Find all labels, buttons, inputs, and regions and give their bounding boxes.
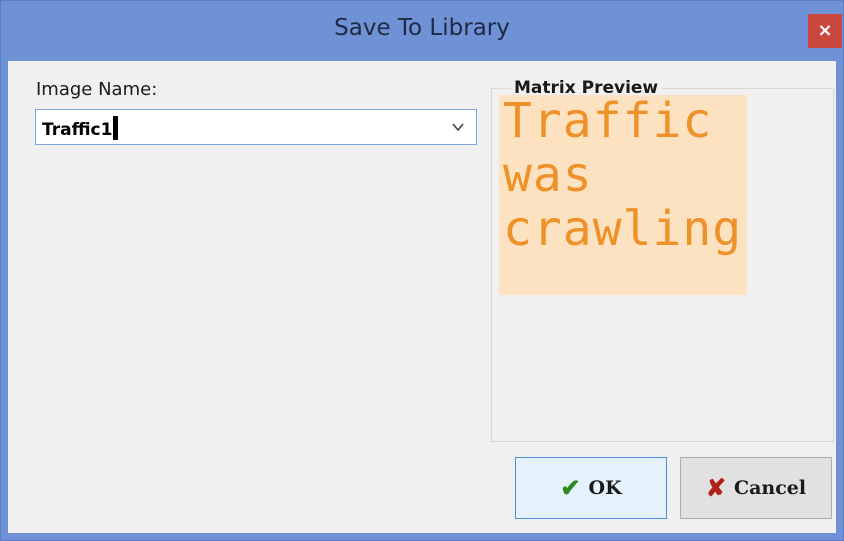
cancel-button-label: Cancel (733, 477, 807, 499)
matrix-line-3: crawling (503, 201, 743, 257)
checkmark-icon: ✔ (560, 473, 581, 502)
text-cursor (113, 116, 119, 140)
cancel-button[interactable]: ✘ Cancel (680, 457, 832, 519)
ok-button-label: OK (588, 477, 622, 499)
matrix-line-1: Traffic (503, 95, 713, 149)
matrix-line-2: was (503, 147, 593, 203)
image-name-combobox[interactable]: Traffic1 (35, 109, 477, 145)
chevron-down-icon[interactable] (450, 119, 466, 135)
image-name-label: Image Name: (36, 79, 158, 100)
ok-button[interactable]: ✔ OK (515, 457, 667, 519)
close-button[interactable]: × (808, 14, 842, 48)
title-bar[interactable]: Save To Library × (1, 1, 843, 61)
save-to-library-dialog: Save To Library × Image Name: Traffic1 M… (0, 0, 844, 541)
matrix-preview-display: Traffic was crawling (499, 95, 747, 295)
x-icon: ✘ (705, 473, 726, 502)
close-icon: × (817, 20, 833, 41)
image-name-input[interactable]: Traffic1 (42, 116, 119, 140)
window-title: Save To Library (334, 15, 510, 41)
dialog-body: Image Name: Traffic1 Matrix Preview Traf… (8, 61, 836, 533)
image-name-value: Traffic1 (42, 120, 113, 140)
